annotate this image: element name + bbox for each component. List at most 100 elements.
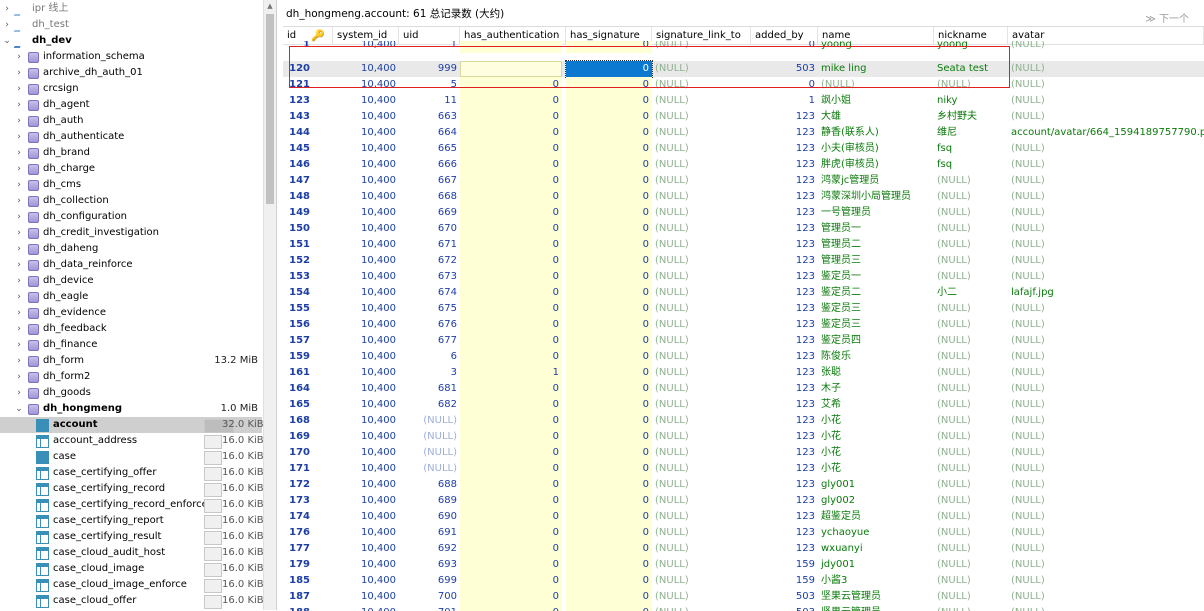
- cell-avatar[interactable]: (NULL): [1008, 349, 1204, 365]
- cell-signature_link_to[interactable]: (NULL): [652, 109, 751, 125]
- cell-added_by[interactable]: 123: [751, 541, 818, 557]
- cell-name[interactable]: 鸿蒙jc管理员: [818, 173, 934, 189]
- cell-id[interactable]: 172: [285, 477, 313, 493]
- cell-signature_link_to[interactable]: (NULL): [652, 285, 751, 301]
- cell-uid[interactable]: 669: [399, 205, 460, 221]
- cell-added_by[interactable]: 159: [751, 573, 818, 589]
- cell-avatar[interactable]: (NULL): [1008, 573, 1204, 589]
- cell-has_signature[interactable]: 0: [566, 301, 652, 317]
- tree-table-account[interactable]: account 32.0 KiB: [0, 417, 264, 433]
- cell-name[interactable]: gly001: [818, 477, 934, 493]
- tree-table-case_cloud_image[interactable]: case_cloud_image 16.0 KiB: [0, 561, 264, 577]
- chevron-right-icon[interactable]: ›: [14, 353, 24, 369]
- cell-id[interactable]: 187: [285, 589, 313, 605]
- cell-nickname[interactable]: (NULL): [934, 461, 1008, 477]
- cell-avatar[interactable]: (NULL): [1008, 269, 1204, 285]
- table-row[interactable]: 176 10,400 691 0 0 (NULL) 123 ychaoyue (NULL) (NU…: [283, 525, 1204, 541]
- cell-name[interactable]: 管理员一: [818, 221, 934, 237]
- cell-system_id[interactable]: 10,400: [333, 605, 399, 611]
- table-row[interactable]: 154 10,400 674 0 0 (NULL) 123 鉴定员二 小二 lafajf.jpg: [283, 285, 1204, 301]
- cell-avatar[interactable]: (NULL): [1008, 397, 1204, 413]
- tree-table-case_cloud_image_enforce[interactable]: case_cloud_image_enforce 16.0 KiB: [0, 577, 264, 593]
- cell-uid[interactable]: 688: [399, 477, 460, 493]
- cell-uid[interactable]: 692: [399, 541, 460, 557]
- table-row[interactable]: 174 10,400 690 0 0 (NULL) 123 超鉴定员 (NULL) (NULL): [283, 509, 1204, 525]
- cell-system_id[interactable]: 10,400: [333, 445, 399, 461]
- cell-id[interactable]: 144: [285, 125, 313, 141]
- cell-signature_link_to[interactable]: (NULL): [652, 493, 751, 509]
- cell-nickname[interactable]: (NULL): [934, 77, 1008, 93]
- cell-added_by[interactable]: 123: [751, 253, 818, 269]
- cell-added_by[interactable]: 123: [751, 125, 818, 141]
- cell-id[interactable]: 150: [285, 221, 313, 237]
- cell-has_signature[interactable]: 0: [566, 397, 652, 413]
- cell-uid[interactable]: 667: [399, 173, 460, 189]
- table-row[interactable]: 150 10,400 670 0 0 (NULL) 123 管理员一 (NULL) (NULL): [283, 221, 1204, 237]
- cell-uid[interactable]: 11: [399, 93, 460, 109]
- chevron-right-icon[interactable]: ›: [14, 113, 24, 129]
- cell-has_authentication[interactable]: 0: [460, 221, 562, 237]
- cell-uid[interactable]: 664: [399, 125, 460, 141]
- cell-avatar[interactable]: (NULL): [1008, 429, 1204, 445]
- cell-signature_link_to[interactable]: (NULL): [652, 237, 751, 253]
- cell-id[interactable]: 147: [285, 173, 313, 189]
- chevron-right-icon[interactable]: ›: [14, 161, 24, 177]
- cell-uid[interactable]: 699: [399, 573, 460, 589]
- table-row[interactable]: 143 10,400 663 0 0 (NULL) 123 大雄 乡村野夫 (NULL): [283, 109, 1204, 125]
- cell-added_by[interactable]: 0: [751, 41, 818, 53]
- cell-system_id[interactable]: 10,400: [333, 77, 399, 93]
- cell-signature_link_to[interactable]: (NULL): [652, 365, 751, 381]
- cell-signature_link_to[interactable]: (NULL): [652, 381, 751, 397]
- tree-database-information_schema[interactable]: › information_schema: [0, 49, 262, 65]
- cell-system_id[interactable]: 10,400: [333, 317, 399, 333]
- cell-avatar[interactable]: (NULL): [1008, 557, 1204, 573]
- cell-has_signature[interactable]: 0: [566, 141, 652, 157]
- chevron-right-icon[interactable]: ›: [14, 65, 24, 81]
- tree-connection-ipr-线上[interactable]: › ipr 线上: [0, 1, 262, 17]
- cell-nickname[interactable]: niky: [934, 93, 1008, 109]
- table-row[interactable]: 177 10,400 692 0 0 (NULL) 123 wxuanyi (NULL) (NUL…: [283, 541, 1204, 557]
- tree-table-account_address[interactable]: account_address 16.0 KiB: [0, 433, 264, 449]
- cell-name[interactable]: 鉴定员三: [818, 301, 934, 317]
- cell-system_id[interactable]: 10,400: [333, 349, 399, 365]
- cell-has_signature[interactable]: 0: [566, 429, 652, 445]
- cell-system_id[interactable]: 10,400: [333, 285, 399, 301]
- cell-avatar[interactable]: (NULL): [1008, 477, 1204, 493]
- cell-nickname[interactable]: Seata test: [934, 61, 1008, 77]
- cell-name[interactable]: 小花: [818, 445, 934, 461]
- cell-signature_link_to[interactable]: (NULL): [652, 429, 751, 445]
- cell-avatar[interactable]: (NULL): [1008, 157, 1204, 173]
- cell-uid[interactable]: 673: [399, 269, 460, 285]
- cell-avatar[interactable]: (NULL): [1008, 77, 1204, 93]
- cell-has_authentication[interactable]: 0: [460, 397, 562, 413]
- cell-avatar[interactable]: (NULL): [1008, 189, 1204, 205]
- cell-uid[interactable]: 668: [399, 189, 460, 205]
- cell-has_authentication[interactable]: 0: [460, 317, 562, 333]
- cell-has_authentication[interactable]: 0: [460, 509, 562, 525]
- table-row[interactable]: 148 10,400 668 0 0 (NULL) 123 鸿蒙深圳小局管理员 (NULL) (N…: [283, 189, 1204, 205]
- cell-nickname[interactable]: (NULL): [934, 525, 1008, 541]
- cell-added_by[interactable]: 503: [751, 61, 818, 77]
- table-row[interactable]: 179 10,400 693 0 0 (NULL) 159 jdy001 (NULL) (NULL…: [283, 557, 1204, 573]
- cell-id[interactable]: 1: [285, 41, 313, 53]
- cell-id[interactable]: 171: [285, 461, 313, 477]
- cell-name[interactable]: yoong: [818, 41, 934, 53]
- cell-has_authentication[interactable]: 0: [460, 109, 562, 125]
- tree-table-case_certifying_offer[interactable]: case_certifying_offer 16.0 KiB: [0, 465, 264, 481]
- tree-database-dh_cms[interactable]: › dh_cms: [0, 177, 262, 193]
- cell-avatar[interactable]: (NULL): [1008, 141, 1204, 157]
- cell-added_by[interactable]: 123: [751, 445, 818, 461]
- cell-uid[interactable]: 676: [399, 317, 460, 333]
- chevron-right-icon[interactable]: ›: [2, 1, 12, 17]
- cell-has_authentication[interactable]: [460, 41, 562, 53]
- table-row[interactable]: 1 10,400 1 0 (NULL) 0 yoong yoong (NULL): [283, 41, 1204, 53]
- cell-id[interactable]: 188: [285, 605, 313, 611]
- cell-uid[interactable]: 689: [399, 493, 460, 509]
- cell-added_by[interactable]: 123: [751, 509, 818, 525]
- cell-name[interactable]: 坚果云管理员: [818, 589, 934, 605]
- tree-database-dh_form[interactable]: › dh_form 13.2 MiB: [0, 353, 262, 369]
- tree-table-case_certifying_result[interactable]: case_certifying_result 16.0 KiB: [0, 529, 264, 545]
- cell-has_signature[interactable]: 0: [566, 589, 652, 605]
- table-row[interactable]: 171 10,400 (NULL) 0 0 (NULL) 123 小花 (NULL) (NULL): [283, 461, 1204, 477]
- cell-has_signature[interactable]: 0: [566, 77, 652, 93]
